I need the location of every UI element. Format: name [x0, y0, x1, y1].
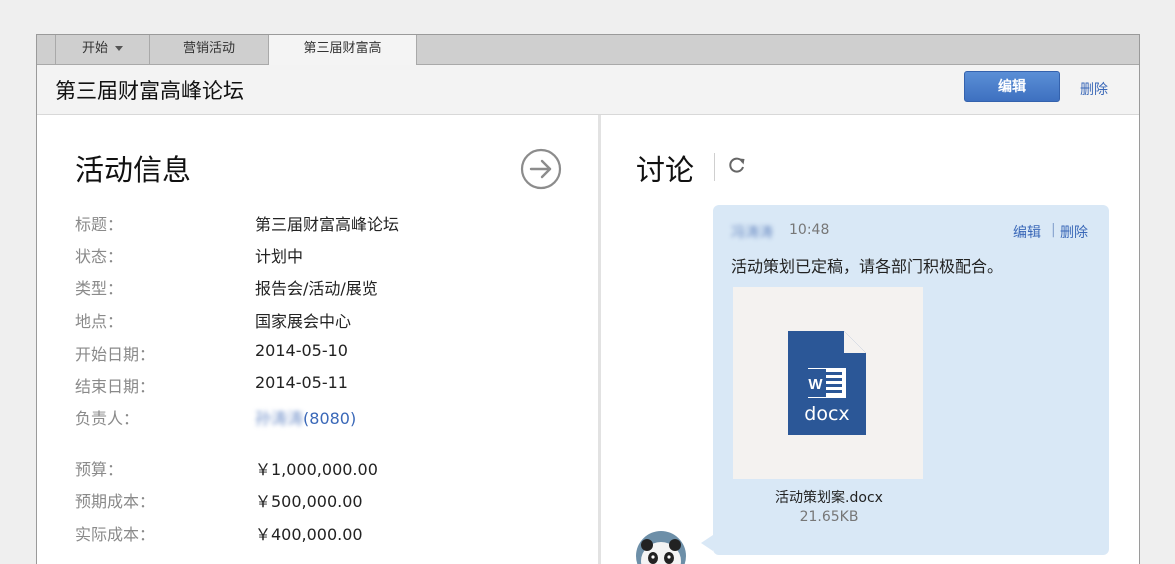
link-separator: |	[1051, 222, 1056, 238]
info-value: 计划中	[255, 247, 304, 266]
discussion-panel: 讨论 冯涛涛 10:48 编辑 | 删除 活动策划已定稿，请各部门积极配合。 W…	[601, 115, 1139, 564]
discussion-title: 讨论	[636, 153, 695, 187]
attachment-file-name[interactable]: 活动策划案.docx	[713, 487, 945, 507]
info-value: 2014-05-11	[255, 373, 348, 392]
info-label: 开始日期：	[75, 345, 156, 364]
info-value: 国家展会中心	[255, 312, 352, 331]
word-document-icon: W docx	[788, 331, 866, 435]
info-label: 实际成本：	[75, 525, 156, 544]
tab-marketing-label: 营销活动	[182, 41, 235, 56]
info-label: 预期成本：	[75, 492, 156, 511]
attachment-preview[interactable]: W docx	[733, 287, 923, 479]
app-window: 开始 营销活动 第三届财富高 第三届财富高峰论坛 编辑 删除 活动信息 标题： …	[36, 34, 1140, 564]
svg-text:W: W	[808, 376, 823, 393]
title-separator	[714, 153, 715, 181]
message-delete-link[interactable]: 删除	[1060, 222, 1088, 242]
info-value: ￥500,000.00	[255, 492, 363, 511]
bubble-tail	[701, 535, 713, 551]
info-label: 标题：	[75, 215, 124, 234]
page-header: 第三届财富高峰论坛 编辑 删除	[37, 65, 1139, 115]
page-title: 第三届财富高峰论坛	[55, 79, 244, 103]
doc-icon-text: docx	[804, 403, 849, 425]
edit-button[interactable]: 编辑	[964, 71, 1060, 102]
tab-event-label: 第三届财富高	[303, 41, 382, 56]
info-value: 第三届财富高峰论坛	[255, 215, 400, 234]
info-label: 结束日期：	[75, 377, 156, 396]
info-label: 状态：	[75, 247, 124, 266]
tab-start-label: 开始	[81, 41, 108, 56]
section-title: 活动信息	[75, 153, 192, 187]
tab-start[interactable]: 开始	[55, 35, 150, 65]
info-value: 2014-05-10	[255, 341, 348, 360]
owner-link[interactable]: 孙涛涛(8080)	[255, 405, 356, 429]
info-label: 负责人：	[75, 409, 140, 428]
event-info-panel: 活动信息 标题： 第三届财富高峰论坛 状态： 计划中 类型： 报告会/活动/展览…	[37, 115, 597, 564]
attachment-file-size: 21.65KB	[799, 509, 859, 525]
refresh-icon[interactable]	[727, 155, 747, 175]
delete-link[interactable]: 删除	[1080, 79, 1108, 99]
message-edit-link[interactable]: 编辑	[1013, 222, 1041, 242]
message-text: 活动策划已定稿，请各部门积极配合。	[731, 257, 1004, 276]
message-author-blurred: 冯涛涛	[731, 225, 773, 241]
arrow-right-circle-icon[interactable]	[520, 148, 562, 190]
avatar[interactable]	[636, 531, 686, 564]
info-label: 地点：	[75, 312, 124, 331]
owner-name-blurred: 孙涛涛	[255, 409, 304, 428]
tab-marketing[interactable]: 营销活动	[150, 35, 269, 65]
info-label: 预算：	[75, 460, 124, 479]
info-label: 类型：	[75, 279, 124, 298]
info-value: ￥400,000.00	[255, 525, 363, 544]
owner-extension: (8080)	[303, 409, 357, 428]
tab-bar: 开始 营销活动 第三届财富高	[37, 35, 1139, 66]
message-bubble: 冯涛涛 10:48 编辑 | 删除 活动策划已定稿，请各部门积极配合。 W do…	[713, 205, 1109, 555]
chevron-down-icon	[115, 46, 123, 51]
info-value: 报告会/活动/展览	[255, 279, 378, 298]
message-time: 10:48	[789, 222, 830, 238]
info-value: ￥1,000,000.00	[255, 460, 378, 479]
tab-event-active[interactable]: 第三届财富高	[269, 35, 417, 66]
